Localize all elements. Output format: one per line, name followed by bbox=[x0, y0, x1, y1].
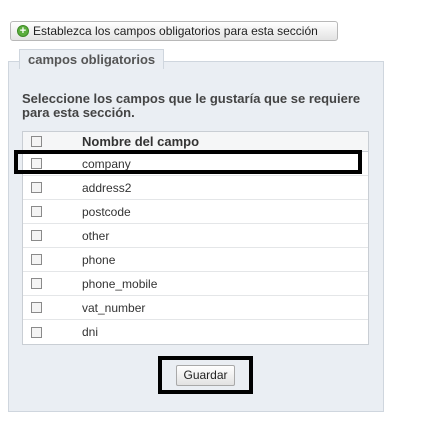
table-row: dni bbox=[23, 320, 368, 344]
set-required-fields-button[interactable]: + Establezca los campos obligatorios par… bbox=[10, 21, 338, 41]
fields-table: Nombre del campo company address2 postco… bbox=[22, 131, 369, 345]
plus-circle-icon: + bbox=[17, 25, 29, 37]
table-row: phone_mobile bbox=[23, 272, 368, 296]
table-row: vat_number bbox=[23, 296, 368, 320]
field-name: other bbox=[82, 228, 110, 243]
table-row: other bbox=[23, 224, 368, 248]
row-checkbox[interactable] bbox=[31, 182, 42, 193]
save-button-highlight: Guardar bbox=[158, 356, 253, 394]
row-checkbox[interactable] bbox=[31, 230, 42, 241]
row-checkbox[interactable] bbox=[31, 158, 42, 169]
table-row: postcode bbox=[23, 200, 368, 224]
field-name: phone_mobile bbox=[82, 276, 158, 291]
row-checkbox[interactable] bbox=[31, 326, 42, 338]
table-row: address2 bbox=[23, 176, 368, 200]
set-required-fields-label: Establezca los campos obligatorios para … bbox=[33, 24, 318, 38]
row-checkbox[interactable] bbox=[31, 278, 42, 289]
field-name: dni bbox=[82, 325, 99, 339]
instructions-text: Seleccione los campos que le gustaría qu… bbox=[22, 91, 361, 120]
panel-legend: campos obligatorios bbox=[19, 49, 165, 69]
table-row: phone bbox=[23, 248, 368, 272]
field-name: address2 bbox=[82, 180, 132, 195]
row-checkbox[interactable] bbox=[31, 206, 42, 217]
select-all-checkbox[interactable] bbox=[31, 136, 42, 147]
field-name: postcode bbox=[82, 204, 131, 219]
column-header-field-name: Nombre del campo bbox=[82, 134, 200, 149]
row-checkbox[interactable] bbox=[31, 302, 42, 313]
table-header-row: Nombre del campo bbox=[23, 132, 368, 152]
field-name: vat_number bbox=[82, 300, 146, 315]
save-button[interactable]: Guardar bbox=[176, 364, 235, 386]
field-name: company bbox=[82, 156, 131, 171]
row-checkbox[interactable] bbox=[31, 254, 42, 265]
field-name: phone bbox=[82, 252, 116, 267]
table-row: company bbox=[23, 152, 368, 176]
